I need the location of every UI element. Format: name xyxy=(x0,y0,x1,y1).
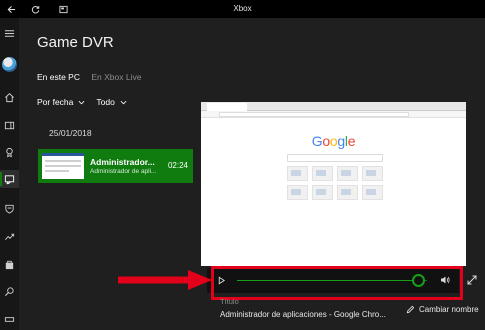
type-dropdown[interactable]: Todo xyxy=(96,97,127,107)
clip-card[interactable]: Administrador... Administrador de apli..… xyxy=(38,149,193,183)
trending-icon xyxy=(5,233,15,240)
sort-dropdown-label: Por fecha xyxy=(37,97,74,107)
volume-button[interactable] xyxy=(439,274,451,286)
volume-icon xyxy=(441,276,450,284)
hamburger-menu-button[interactable] xyxy=(0,24,19,42)
settings-bar-icon xyxy=(4,316,15,322)
window-title: Xbox xyxy=(233,4,252,13)
nav-achievements[interactable] xyxy=(0,143,19,161)
preview-shortcut-tiles xyxy=(287,166,383,200)
video-preview[interactable]: Google xyxy=(201,102,466,266)
title-bar: Xbox xyxy=(0,0,485,18)
clip-full-title: Administrador de aplicaciones - Google C… xyxy=(220,310,386,319)
nav-clubs[interactable] xyxy=(0,199,19,217)
nav-store[interactable] xyxy=(0,255,19,273)
nav-settings[interactable] xyxy=(0,310,19,328)
clip-title: Administrador... xyxy=(90,157,155,167)
progress-fill xyxy=(237,280,418,281)
filter-bar: Por fecha Todo xyxy=(37,97,127,107)
rename-button[interactable]: Cambiar nombre xyxy=(406,305,479,314)
pencil-icon xyxy=(406,305,415,314)
chevron-down-icon xyxy=(78,100,85,104)
page-title: Game DVR xyxy=(37,34,114,51)
progress-scrubber[interactable] xyxy=(411,274,425,287)
nav-my-collection[interactable] xyxy=(0,116,19,134)
home-icon xyxy=(5,92,14,102)
title-field-label: Título xyxy=(220,297,239,306)
rename-button-label: Cambiar nombre xyxy=(419,305,479,314)
hamburger-icon xyxy=(4,29,15,37)
preview-google-logo: Google xyxy=(311,133,356,149)
preview-browser-tabbar xyxy=(201,102,466,111)
nav-rail xyxy=(0,18,19,330)
collection-icon xyxy=(4,121,15,129)
expand-icon xyxy=(467,275,477,285)
nav-trending[interactable] xyxy=(0,227,19,245)
nav-home[interactable] xyxy=(0,88,19,106)
play-button[interactable] xyxy=(215,274,227,286)
tab-xbox-live[interactable]: En Xbox Live xyxy=(91,72,141,82)
fullscreen-button[interactable] xyxy=(466,274,478,286)
tab-this-pc[interactable]: En este PC xyxy=(37,72,80,82)
nav-game-dvr[interactable] xyxy=(0,170,19,188)
preview-search-box xyxy=(287,154,383,162)
source-tabs: En este PC En Xbox Live xyxy=(37,72,150,82)
nav-search[interactable] xyxy=(0,282,19,300)
preview-browser-urlbar xyxy=(201,111,466,118)
clip-thumbnail xyxy=(42,153,84,179)
store-bag-icon xyxy=(5,260,14,269)
chevron-down-icon xyxy=(120,100,127,104)
clip-duration: 02:24 xyxy=(167,161,188,170)
progress-bar[interactable] xyxy=(237,280,427,281)
annotation-arrow xyxy=(118,270,212,290)
avatar[interactable] xyxy=(2,57,17,72)
search-icon xyxy=(4,286,14,296)
type-dropdown-label: Todo xyxy=(96,97,115,107)
sort-dropdown[interactable]: Por fecha xyxy=(37,97,85,107)
trophy-icon xyxy=(6,147,13,157)
clip-subtitle: Administrador de apli... xyxy=(90,168,157,175)
date-group-header: 25/01/2018 xyxy=(49,128,92,138)
play-icon xyxy=(218,276,225,284)
player-controls xyxy=(207,268,459,293)
game-dvr-icon xyxy=(4,174,15,184)
shield-icon xyxy=(5,204,14,214)
